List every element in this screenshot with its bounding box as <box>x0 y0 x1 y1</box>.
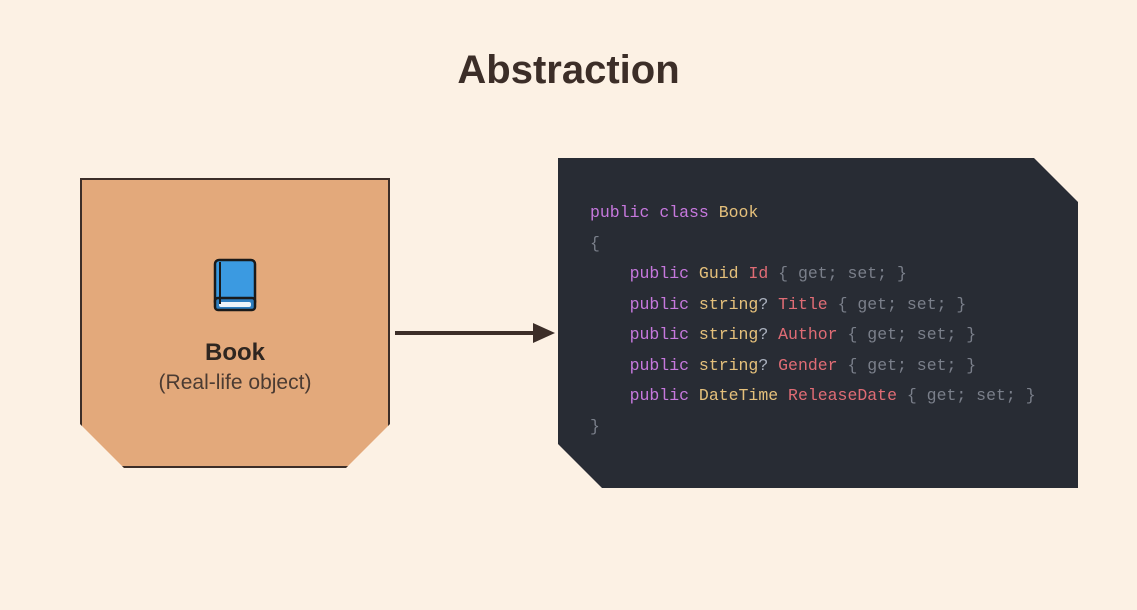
code-line-member: public Guid Id { get; set; } <box>590 259 1050 290</box>
real-object-card: Book (Real-life object) <box>80 178 390 468</box>
code-card: public class Book { public Guid Id { get… <box>558 158 1078 488</box>
code-line-member: public string? Author { get; set; } <box>590 320 1050 351</box>
code-line-member: public string? Title { get; set; } <box>590 290 1050 321</box>
object-subtitle: (Real-life object) <box>159 371 312 395</box>
code-line-member: public string? Gender { get; set; } <box>590 351 1050 382</box>
book-icon <box>200 251 270 321</box>
code-line-decl: public class Book <box>590 198 1050 229</box>
code-line-member: public DateTime ReleaseDate { get; set; … <box>590 381 1050 412</box>
arrow-icon <box>395 318 555 348</box>
code-line-close-brace: } <box>590 412 1050 443</box>
code-line-open-brace: { <box>590 229 1050 260</box>
object-name: Book <box>205 339 265 367</box>
page-title: Abstraction <box>0 48 1137 93</box>
code-members: public Guid Id { get; set; }public strin… <box>590 259 1050 412</box>
